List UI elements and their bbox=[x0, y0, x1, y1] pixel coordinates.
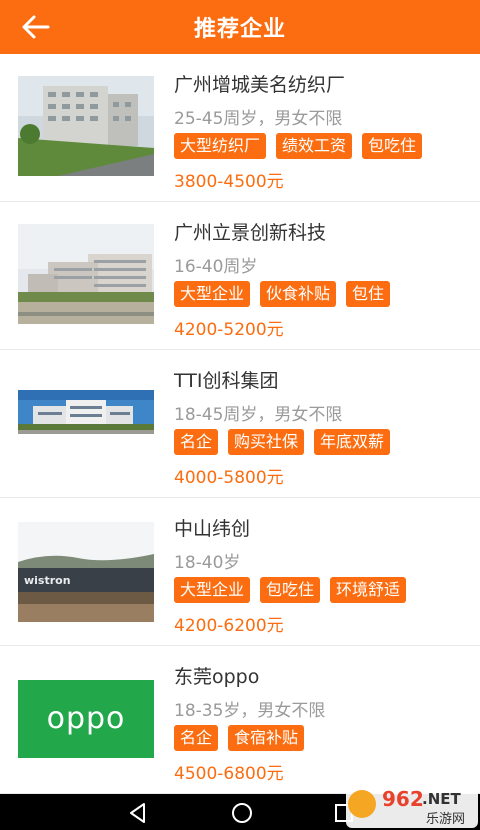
nav-back-icon[interactable] bbox=[124, 800, 152, 826]
benefit-tag: 包吃住 bbox=[362, 133, 423, 159]
benefit-tags: 大型纺织厂 绩效工资 包吃住 bbox=[174, 133, 423, 159]
company-card[interactable]: 广州增城美名纺织厂 25-45周岁，男女不限 大型纺织厂 绩效工资 包吃住 38… bbox=[0, 54, 480, 202]
page-title: 推荐企业 bbox=[193, 17, 286, 42]
company-card[interactable]: oppo 东莞oppo 18-35岁，男女不限 名企 食宿补贴 4500-680… bbox=[0, 646, 480, 794]
top-bar: 推荐企业 bbox=[0, 0, 480, 54]
benefit-tag: 包住 bbox=[346, 281, 391, 307]
salary-range: 4500-6800元 bbox=[174, 764, 284, 784]
benefit-tag: 年底双薪 bbox=[314, 429, 391, 455]
age-requirement: 18-40岁 bbox=[174, 553, 241, 573]
watermark-number: 962 bbox=[382, 787, 424, 811]
wistron-sign-text: wistron bbox=[24, 574, 71, 587]
benefit-tags: 名企 食宿补贴 bbox=[174, 725, 305, 751]
company-card[interactable]: 广州立景创新科技 16-40周岁 大型企业 伙食补贴 包住 4200-5200元 bbox=[0, 202, 480, 350]
company-list: 广州增城美名纺织厂 25-45周岁，男女不限 大型纺织厂 绩效工资 包吃住 38… bbox=[0, 54, 480, 794]
app-root: 推荐企业 广州增城美名纺织厂 25-45周岁，男女不限 大型纺织厂 绩效工资 包… bbox=[0, 0, 480, 830]
company-name: TTI创科集团 bbox=[174, 370, 279, 392]
benefit-tag: 食宿补贴 bbox=[228, 725, 305, 751]
salary-range: 3800-4500元 bbox=[174, 172, 284, 192]
company-name: 广州增城美名纺织厂 bbox=[174, 74, 346, 96]
benefit-tag: 包吃住 bbox=[260, 577, 321, 603]
company-card[interactable]: wistron 中山纬创 18-40岁 大型企业 包吃住 环境舒适 4200-6… bbox=[0, 498, 480, 646]
company-name: 东莞oppo bbox=[174, 666, 260, 688]
benefit-tag: 大型企业 bbox=[174, 577, 251, 603]
watermark-text: 乐游网 bbox=[426, 812, 465, 827]
benefit-tag: 绩效工资 bbox=[276, 133, 353, 159]
benefit-tags: 名企 购买社保 年底双薪 bbox=[174, 429, 391, 455]
age-requirement: 18-35岁，男女不限 bbox=[174, 701, 326, 721]
age-requirement: 18-45周岁，男女不限 bbox=[174, 405, 343, 425]
salary-range: 4200-6200元 bbox=[174, 616, 284, 636]
benefit-tag: 名企 bbox=[174, 725, 219, 751]
age-requirement: 16-40周岁 bbox=[174, 257, 258, 277]
benefit-tags: 大型企业 伙食补贴 包住 bbox=[174, 281, 391, 307]
benefit-tags: 大型企业 包吃住 环境舒适 bbox=[174, 577, 407, 603]
benefit-tag: 大型纺织厂 bbox=[174, 133, 267, 159]
back-arrow-icon[interactable] bbox=[20, 12, 52, 42]
age-requirement: 25-45周岁，男女不限 bbox=[174, 109, 343, 129]
benefit-tag: 名企 bbox=[174, 429, 219, 455]
benefit-tag: 购买社保 bbox=[228, 429, 305, 455]
watermark-suffix: .NET bbox=[422, 790, 461, 808]
salary-range: 4200-5200元 bbox=[174, 320, 284, 340]
company-name: 中山纬创 bbox=[174, 518, 251, 540]
company-photo-industrial-park bbox=[18, 224, 154, 324]
oppo-logo: oppo bbox=[18, 680, 154, 758]
salary-range: 4000-5800元 bbox=[174, 468, 284, 488]
benefit-tag: 伙食补贴 bbox=[260, 281, 337, 307]
company-photo-factory-building bbox=[18, 76, 154, 176]
company-name: 广州立景创新科技 bbox=[174, 222, 327, 244]
benefit-tag: 环境舒适 bbox=[330, 577, 407, 603]
company-photo-wistron-factory: wistron bbox=[18, 522, 154, 622]
benefit-tag: 大型企业 bbox=[174, 281, 251, 307]
company-photo-headquarters bbox=[18, 372, 154, 472]
oppo-logo-text: oppo bbox=[47, 701, 126, 736]
nav-home-icon[interactable] bbox=[228, 800, 256, 826]
company-card[interactable]: TTI创科集团 18-45周岁，男女不限 名企 购买社保 年底双薪 4000-5… bbox=[0, 350, 480, 498]
site-watermark-logo: 962 .NET 乐游网 bbox=[346, 784, 478, 828]
